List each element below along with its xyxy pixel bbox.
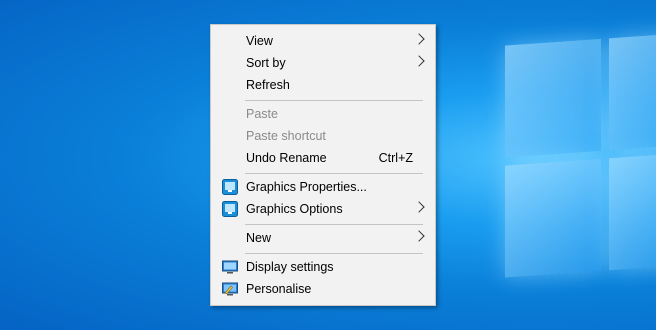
menu-item-label: View [246, 34, 273, 48]
logo-pane [609, 153, 656, 271]
menu-item-label: New [246, 231, 272, 245]
logo-pane [505, 38, 601, 158]
menu-item-view[interactable]: View [215, 30, 431, 52]
menu-item-graphics-properties[interactable]: Graphics Properties... [215, 176, 431, 198]
chevron-right-icon [413, 55, 425, 67]
menu-item-new[interactable]: New [215, 227, 431, 249]
menu-item-sort-by[interactable]: Sort by [215, 52, 431, 74]
menu-item-undo-rename[interactable]: Undo Rename Ctrl+Z [215, 147, 431, 169]
menu-item-label: Undo Rename [246, 151, 327, 165]
intel-graphics-icon [222, 201, 238, 217]
menu-separator [245, 224, 423, 225]
menu-item-paste-shortcut: Paste shortcut [215, 125, 431, 147]
personalise-icon [222, 281, 238, 297]
menu-item-paste: Paste [215, 103, 431, 125]
logo-pane [505, 158, 601, 278]
menu-item-label: Paste shortcut [246, 129, 326, 143]
menu-separator [245, 253, 423, 254]
menu-item-label: Personalise [246, 282, 312, 296]
menu-item-label: Sort by [246, 56, 286, 70]
menu-item-label: Graphics Properties... [246, 180, 367, 194]
menu-item-label: Paste [246, 107, 278, 121]
menu-item-personalise[interactable]: Personalise [215, 278, 431, 300]
logo-pane [609, 33, 656, 151]
menu-item-label: Graphics Options [246, 202, 343, 216]
chevron-right-icon [413, 33, 425, 45]
menu-item-shortcut: Ctrl+Z [378, 151, 413, 165]
menu-item-graphics-options[interactable]: Graphics Options [215, 198, 431, 220]
menu-separator [245, 173, 423, 174]
windows-logo [505, 33, 656, 285]
menu-item-refresh[interactable]: Refresh [215, 74, 431, 96]
chevron-right-icon [413, 201, 425, 213]
intel-graphics-icon [222, 179, 238, 195]
menu-item-display-settings[interactable]: Display settings [215, 256, 431, 278]
chevron-right-icon [413, 230, 425, 242]
menu-separator [245, 100, 423, 101]
menu-item-label: Refresh [246, 78, 290, 92]
menu-item-label: Display settings [246, 260, 334, 274]
desktop-context-menu: View Sort by Refresh Paste Paste shortcu… [210, 24, 436, 306]
display-icon [222, 259, 238, 275]
